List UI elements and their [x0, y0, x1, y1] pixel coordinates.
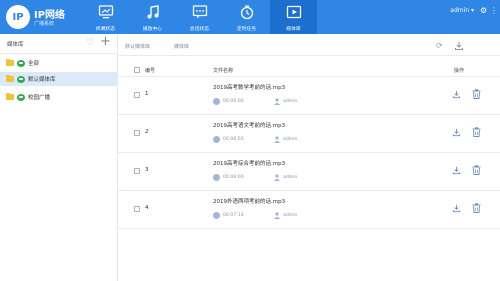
gear-icon[interactable]: ⚙: [480, 6, 487, 16]
nav-session-status[interactable]: 会话状态: [176, 0, 223, 34]
sidebar-title: 媒体库: [7, 42, 24, 48]
monitor-icon: [98, 5, 113, 19]
download-icon[interactable]: [452, 90, 461, 99]
column-number: 编号: [145, 68, 156, 74]
file-duration: 00:06:00: [223, 175, 244, 180]
nav-play-center[interactable]: 播放中心: [129, 0, 176, 34]
file-name: 2019高考数学考前的话.mp3: [213, 85, 286, 91]
folder-icon: [6, 74, 14, 82]
top-bar: IP IP网络 广播系统 终端状态 播放中心 会话状态 定时任务 媒体库 adm…: [0, 0, 500, 34]
nav-label: 播放中心: [142, 27, 163, 32]
download-icon[interactable]: [452, 128, 461, 137]
nav-terminal-status[interactable]: 终端状态: [82, 0, 129, 34]
user-menu[interactable]: admin ▾: [450, 7, 474, 14]
app-title: IP网络: [34, 10, 66, 21]
main-panel: 默认媒体库 媒体库 ⟳ 编号 文件名称 操作 1 2019高考数学考前的话.mp…: [118, 34, 500, 281]
group-icon: [17, 93, 25, 101]
refresh-icon[interactable]: ⟳: [436, 42, 443, 50]
sidebar-item-label: 全部: [28, 61, 40, 67]
file-duration: 00:07:14: [223, 213, 244, 218]
row-number: 3: [145, 167, 149, 173]
trash-icon[interactable]: [472, 165, 481, 175]
chat-icon: [192, 5, 207, 19]
heart-icon[interactable]: ♡: [86, 38, 94, 48]
sidebar-item-all[interactable]: 全部: [0, 56, 117, 70]
app-logo: IP: [6, 5, 30, 29]
table-header: 编号 文件名称 操作: [118, 64, 500, 77]
file-uploader: admin: [283, 175, 298, 180]
clock-icon: [213, 136, 220, 143]
sidebar-item-label: 校园广播: [28, 95, 51, 101]
music-icon: [147, 5, 159, 19]
more-icon[interactable]: ⋮: [490, 6, 498, 16]
file-duration: 00:06:03: [223, 137, 244, 142]
breadcrumb-current[interactable]: 媒体库: [174, 43, 189, 50]
trash-icon[interactable]: [472, 89, 481, 99]
download-icon[interactable]: [452, 166, 461, 175]
file-name: 2019高考综合考前的话.mp3: [213, 161, 286, 167]
clock-icon: [213, 212, 220, 219]
main-toolbar: 默认媒体库 媒体库 ⟳: [118, 34, 500, 56]
user-icon: [274, 212, 280, 219]
clock-icon: [213, 98, 220, 105]
row-checkbox[interactable]: [134, 92, 140, 98]
trash-icon[interactable]: [472, 203, 481, 213]
file-uploader: admin: [283, 213, 298, 218]
trash-icon[interactable]: [472, 127, 481, 137]
file-uploader: admin: [283, 137, 298, 142]
file-name: 2019外语两项考前的话.mp3: [213, 199, 286, 205]
sidebar-header: 媒体库 ♡ +: [0, 34, 117, 54]
file-name: 2019高考语文考前的话.mp3: [213, 123, 286, 129]
group-icon: [17, 59, 25, 67]
row-checkbox[interactable]: [134, 168, 140, 174]
user-icon: [274, 174, 280, 181]
table-row[interactable]: 1 2019高考数学考前的话.mp3 00:06:00 admin: [118, 77, 500, 115]
timer-icon: [240, 5, 253, 20]
breadcrumb-library[interactable]: 默认媒体库: [125, 43, 150, 50]
clock-icon: [213, 174, 220, 181]
sidebar: 媒体库 ♡ + 全部 默认媒体库 校园广播: [0, 34, 118, 281]
download-icon[interactable]: [454, 41, 464, 51]
nav-label: 媒体库: [286, 27, 301, 32]
media-play-icon: [286, 5, 301, 19]
nav-media-library[interactable]: 媒体库: [270, 0, 317, 34]
app-subtitle: 广播系统: [34, 21, 55, 27]
folder-icon: [6, 58, 14, 66]
file-uploader: admin: [283, 99, 298, 104]
column-actions: 操作: [454, 68, 465, 74]
nav-scheduled-tasks[interactable]: 定时任务: [223, 0, 270, 34]
row-number: 2: [145, 129, 149, 135]
sidebar-item-default-library[interactable]: 默认媒体库: [0, 72, 117, 86]
file-duration: 00:06:00: [223, 99, 244, 104]
column-filename: 文件名称: [213, 68, 234, 74]
select-all-checkbox[interactable]: [134, 67, 140, 73]
nav-label: 会话状态: [189, 27, 210, 32]
row-number: 1: [145, 91, 149, 97]
user-icon: [274, 98, 280, 105]
row-checkbox[interactable]: [134, 130, 140, 136]
add-icon[interactable]: +: [100, 35, 111, 49]
nav-label: 定时任务: [236, 27, 257, 32]
group-icon: [17, 75, 25, 83]
sidebar-item-campus[interactable]: 校园广播: [0, 90, 117, 104]
row-checkbox[interactable]: [134, 206, 140, 212]
folder-icon: [6, 92, 14, 100]
download-icon[interactable]: [452, 204, 461, 213]
user-icon: [274, 136, 280, 143]
table-row[interactable]: 4 2019外语两项考前的话.mp3 00:07:14 admin: [118, 191, 500, 229]
table-row[interactable]: 2 2019高考语文考前的话.mp3 00:06:03 admin: [118, 115, 500, 153]
nav-label: 终端状态: [95, 27, 116, 32]
row-number: 4: [145, 205, 149, 211]
table-row[interactable]: 3 2019高考综合考前的话.mp3 00:06:00 admin: [118, 153, 500, 191]
sidebar-item-label: 默认媒体库: [28, 77, 56, 83]
